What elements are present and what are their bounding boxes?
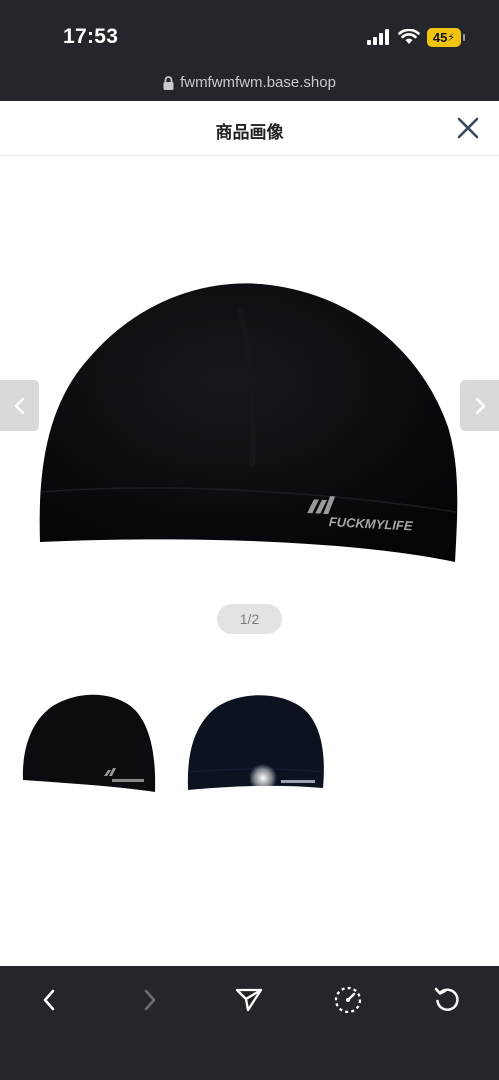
chevron-right-icon	[475, 397, 485, 414]
image-counter: 1/2	[217, 604, 282, 634]
back-button[interactable]	[27, 978, 71, 1022]
close-button[interactable]	[455, 115, 481, 141]
speed-icon	[334, 986, 362, 1014]
previous-image-button[interactable]	[0, 380, 39, 431]
next-image-button[interactable]	[460, 380, 499, 431]
speed-button[interactable]	[326, 978, 370, 1022]
product-image-black-beanie: FUCKMYLIFE	[39, 283, 458, 562]
wifi-icon	[398, 29, 420, 44]
image-viewer[interactable]: FUCKMYLIFE	[0, 157, 499, 597]
close-icon	[457, 117, 479, 139]
share-button[interactable]	[227, 978, 271, 1022]
browser-toolbar	[0, 966, 499, 1080]
url-bar[interactable]: fwmfwmfwm.base.shop	[0, 74, 499, 91]
lock-icon	[163, 75, 174, 90]
reload-icon	[434, 987, 459, 1011]
status-time: 17:53	[63, 25, 119, 48]
browser-top-bar: 17:53 45 ⚡ fwmfwmfwm.base.shop	[0, 0, 499, 101]
battery-level: 45	[432, 29, 448, 45]
navy-beanie-thumbnail-2[interactable]	[185, 680, 325, 805]
cellular-signal-icon	[367, 29, 389, 45]
modal-header: 商品画像	[0, 101, 499, 156]
modal-title: 商品画像	[215, 123, 284, 143]
status-icons: 45 ⚡	[367, 26, 465, 48]
thumbnail-image-1	[22, 694, 156, 792]
back-icon	[43, 989, 55, 1011]
chevron-left-icon	[14, 397, 24, 414]
forward-icon	[144, 989, 156, 1011]
battery-charging-icon: 45 ⚡	[427, 27, 465, 47]
url-text: fwmfwmfwm.base.shop	[180, 74, 336, 91]
share-icon	[235, 988, 263, 1012]
thumbnail-image-2	[187, 695, 324, 792]
black-beanie-thumbnail-1[interactable]	[20, 680, 160, 805]
forward-button[interactable]	[128, 978, 172, 1022]
reload-button[interactable]	[425, 978, 469, 1022]
